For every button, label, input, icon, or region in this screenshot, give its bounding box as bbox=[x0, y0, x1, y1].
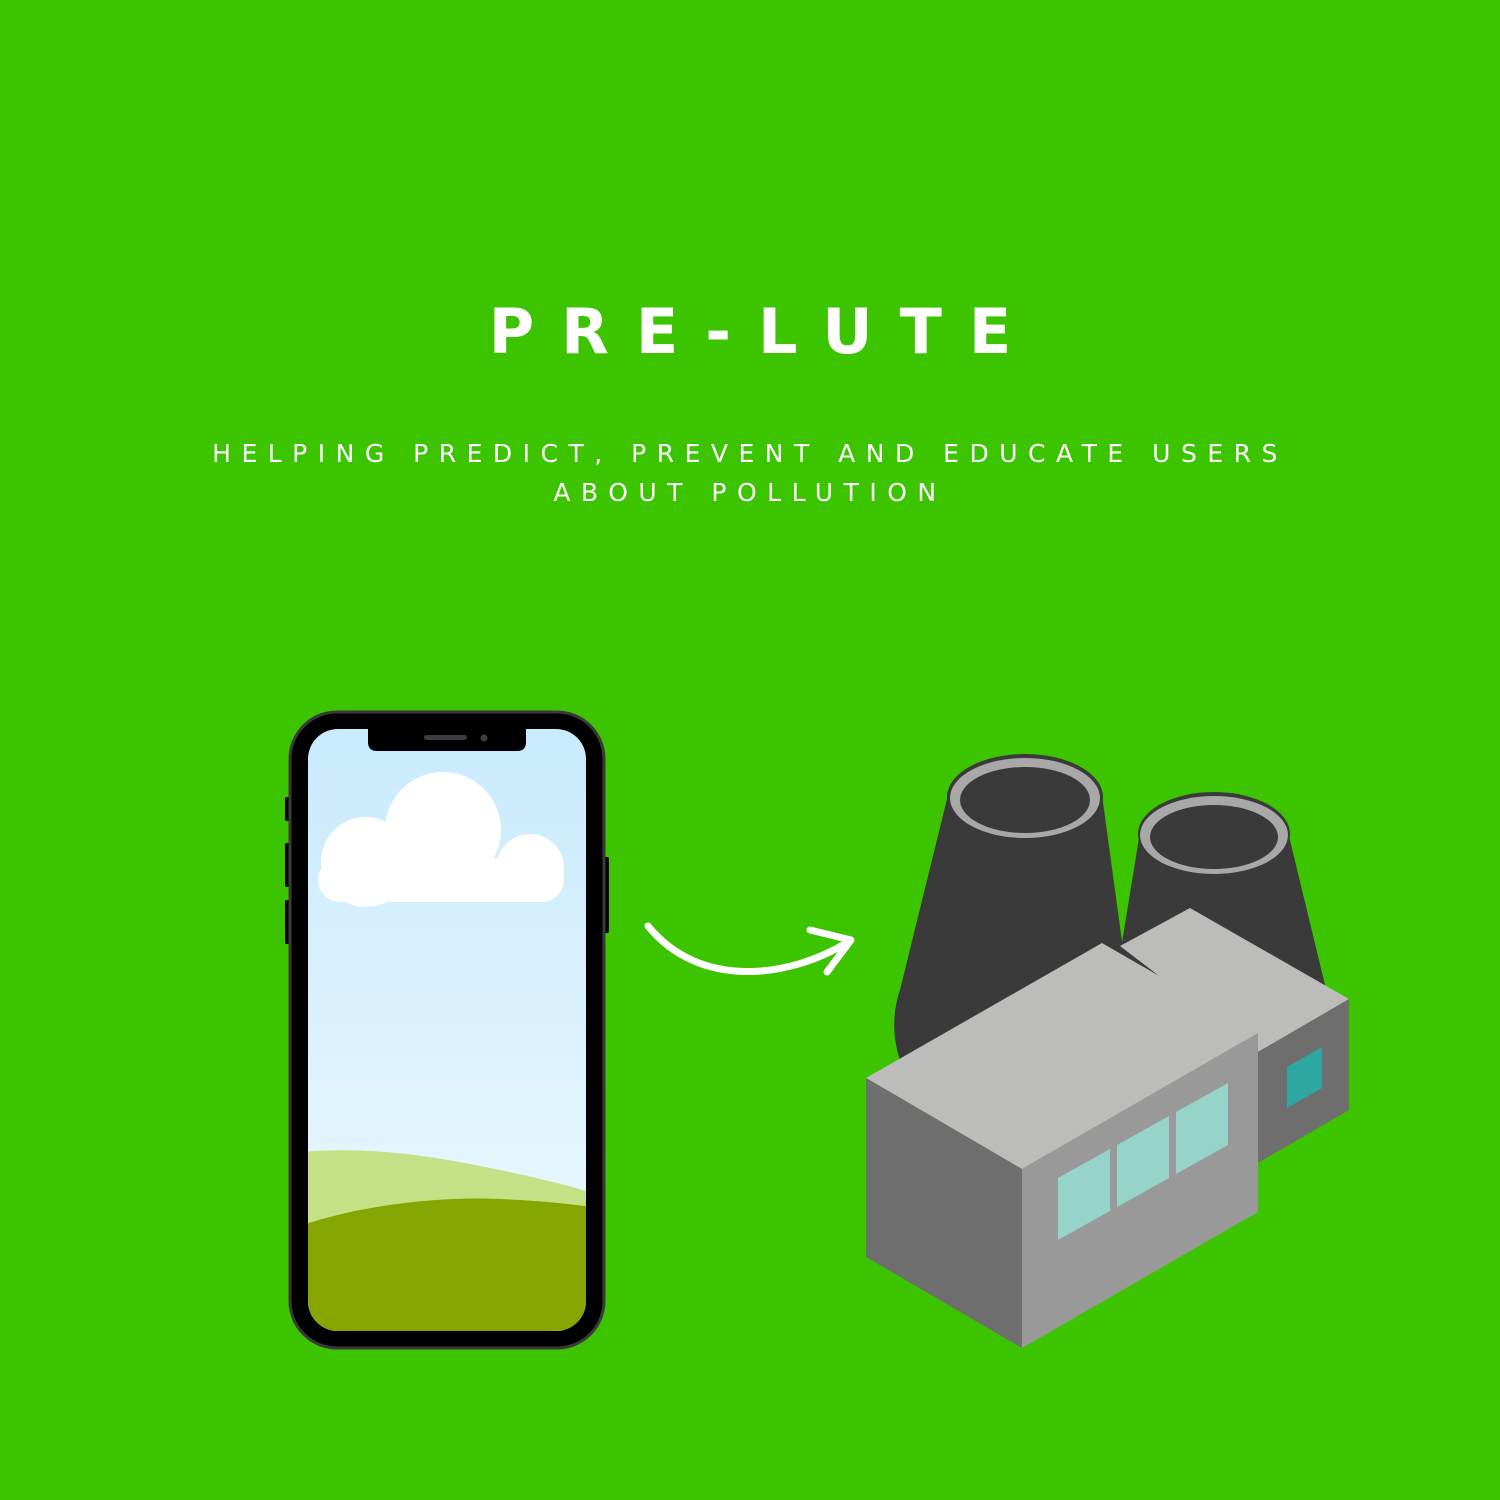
factory-icon bbox=[866, 754, 1349, 1348]
poster-background: PRE-LUTE HELPING PREDICT, PREVENT AND ED… bbox=[0, 0, 1500, 1500]
phone-camera bbox=[480, 734, 488, 742]
phone-screen bbox=[308, 729, 586, 1331]
illustration bbox=[285, 710, 1349, 1350]
hill-dark bbox=[308, 1198, 586, 1331]
curved-arrow-icon bbox=[644, 922, 855, 976]
smartphone-icon bbox=[285, 710, 609, 1350]
phone-speaker bbox=[424, 735, 467, 740]
